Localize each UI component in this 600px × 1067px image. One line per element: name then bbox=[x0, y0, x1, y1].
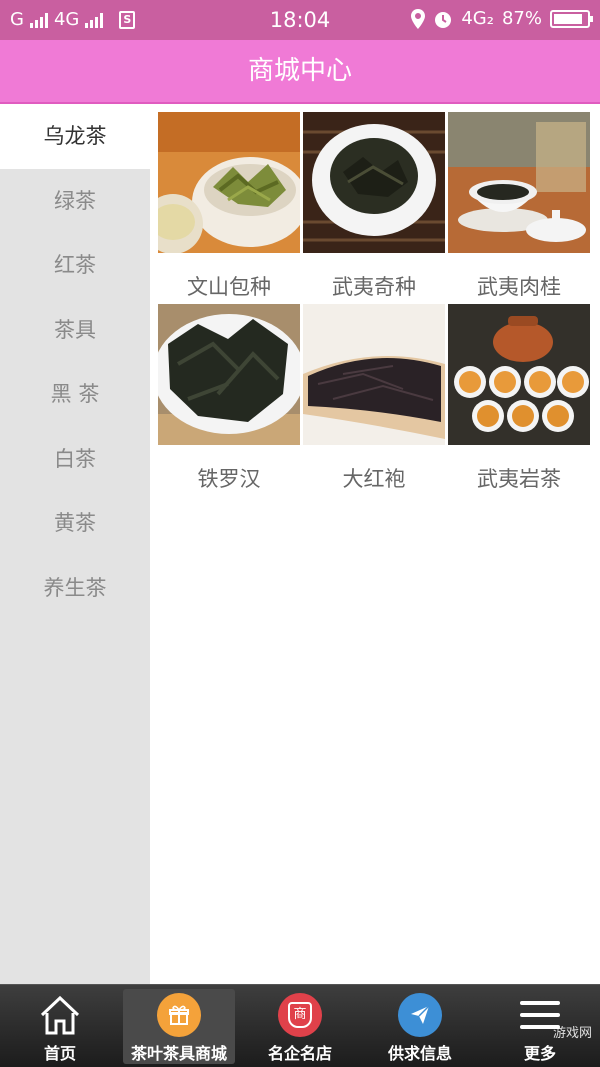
product-card[interactable]: 武夷岩茶 bbox=[448, 304, 590, 496]
location-icon bbox=[411, 8, 426, 29]
battery-fill bbox=[554, 13, 582, 24]
product-name[interactable]: 文山包种 bbox=[158, 253, 300, 304]
nav-tea-shop[interactable]: 茶叶茶具商城 bbox=[123, 989, 235, 1064]
nav-supply-demand-label: 供求信息 bbox=[387, 1044, 452, 1063]
page-title: 商城中心 bbox=[0, 40, 600, 102]
product-card[interactable]: 武夷奇种 bbox=[303, 112, 445, 304]
network-label: 4G₂ bbox=[461, 8, 494, 29]
sidebar-item-health-tea[interactable]: 养生茶 bbox=[0, 556, 150, 621]
sidebar-item-black-tea[interactable]: 红茶 bbox=[0, 233, 150, 298]
home-icon bbox=[40, 995, 80, 1035]
sidebar-item-white-tea[interactable]: 白茶 bbox=[0, 427, 150, 492]
shop-badge-icon: 商 bbox=[278, 993, 322, 1037]
nav-tea-shop-label: 茶叶茶具商城 bbox=[130, 1044, 227, 1063]
paper-plane-icon bbox=[398, 993, 442, 1037]
product-image[interactable] bbox=[448, 112, 590, 253]
product-name[interactable]: 武夷肉桂 bbox=[448, 253, 590, 304]
product-name[interactable]: 铁罗汉 bbox=[158, 445, 300, 496]
sidebar-item-tea-ware[interactable]: 茶具 bbox=[0, 298, 150, 363]
category-sidebar: 乌龙茶 绿茶 红茶 茶具 黑 茶 白茶 黄茶 养生茶 bbox=[0, 104, 150, 984]
product-name[interactable]: 大红袍 bbox=[303, 445, 445, 496]
product-card[interactable]: 铁罗汉 bbox=[158, 304, 300, 496]
nav-more-label: 更多 bbox=[523, 1044, 556, 1063]
sidebar-item-yellow-tea[interactable]: 黄茶 bbox=[0, 491, 150, 556]
gift-icon bbox=[157, 993, 201, 1037]
battery-percent: 87% bbox=[501, 8, 542, 29]
alarm-icon bbox=[435, 11, 452, 28]
nav-famous-shops-label: 名企名店 bbox=[267, 1044, 332, 1063]
battery-icon bbox=[550, 9, 593, 28]
product-card[interactable]: 武夷肉桂 bbox=[448, 112, 590, 304]
bottom-nav: 首页 茶叶茶具商城 商 名企名店 供求信息 更多 bbox=[0, 984, 600, 1067]
nav-supply-demand[interactable]: 供求信息 bbox=[360, 985, 480, 1067]
product-name[interactable]: 武夷岩茶 bbox=[448, 445, 590, 496]
nav-famous-shops[interactable]: 商 名企名店 bbox=[240, 985, 360, 1067]
sidebar-item-oolong[interactable]: 乌龙茶 bbox=[0, 104, 150, 169]
product-card[interactable]: 大红袍 bbox=[303, 304, 445, 496]
sidebar-item-dark-tea[interactable]: 黑 茶 bbox=[0, 362, 150, 427]
product-image[interactable] bbox=[448, 304, 590, 445]
product-name[interactable]: 武夷奇种 bbox=[303, 253, 445, 304]
nav-home[interactable]: 首页 bbox=[0, 985, 120, 1067]
product-card[interactable]: 文山包种 bbox=[158, 112, 300, 304]
product-image[interactable] bbox=[303, 112, 445, 253]
sidebar-item-green-tea[interactable]: 绿茶 bbox=[0, 169, 150, 234]
shop-badge-glyph: 商 bbox=[288, 1002, 312, 1028]
watermark: 游戏网 bbox=[552, 1026, 592, 1041]
app-root: G 4G S 18:04 4G₂ 87% 商城中心 乌龙茶 绿茶 红茶 茶具 黑… bbox=[0, 0, 600, 1067]
status-bar: G 4G S 18:04 4G₂ 87% bbox=[0, 0, 600, 40]
product-image[interactable] bbox=[158, 112, 300, 253]
product-grid: 文山包种 武夷奇种 武夷肉桂 铁罗汉 大红袍 武夷岩茶 bbox=[158, 112, 598, 496]
nav-home-label: 首页 bbox=[43, 1044, 76, 1063]
status-right: 4G₂ 87% bbox=[411, 8, 593, 29]
product-image[interactable] bbox=[303, 304, 445, 445]
product-image[interactable] bbox=[158, 304, 300, 445]
